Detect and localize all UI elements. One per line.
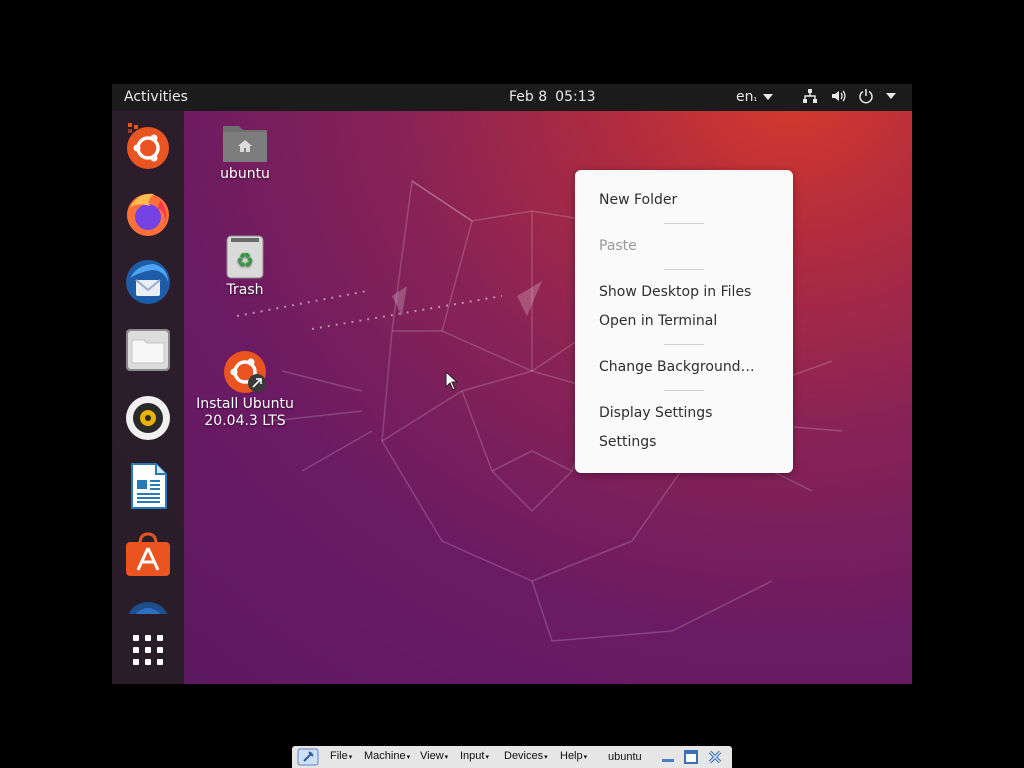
menu-item-display-settings[interactable]: Display Settings [599,405,712,421]
menu-item-settings[interactable]: Settings [599,434,656,450]
software-icon [126,532,170,576]
activities-button[interactable]: Activities [124,89,188,105]
clock-time: 05:13 [555,89,596,105]
language-suffix: ₁ [753,94,758,104]
menu-item-new-folder[interactable]: New Folder [599,192,677,208]
help-icon [128,602,168,614]
mouse-cursor-icon [445,371,459,391]
show-applications-button[interactable] [124,626,172,674]
menu-separator [664,344,704,345]
dock [112,111,184,684]
vbox-menu-machine[interactable]: Machine [364,750,410,762]
restore-icon[interactable] [683,749,699,765]
dock-item-firefox[interactable] [124,190,172,238]
menu-item-change-background[interactable]: Change Background… [599,359,755,375]
vbox-menu-input[interactable]: Input [460,750,489,762]
vm-screen: Activities Feb 8 05:13 en₁ ubuntu ♻ Tras… [112,84,912,684]
dock-item-help[interactable] [124,600,172,614]
minimize-icon[interactable] [660,750,676,764]
menu-item-paste[interactable]: Paste [599,238,637,254]
label-line-1: Install Ubuntu [196,396,294,412]
close-icon[interactable] [707,749,723,765]
menu-separator [664,269,704,270]
desktop-icon-label: ubuntu [220,166,270,182]
power-icon [859,89,873,104]
files-icon [126,329,170,371]
vbox-menu-view[interactable]: View [420,750,448,762]
language-indicator[interactable]: en₁ [736,89,774,105]
desktop-icon-home[interactable]: ubuntu [190,120,300,183]
volume-icon [832,90,846,102]
menu-item-show-desktop-in-files[interactable]: Show Desktop in Files [599,284,751,300]
dock-item-thunderbird[interactable] [124,258,172,306]
dock-item-writer[interactable] [124,462,172,510]
vbox-menu-file[interactable]: File [330,750,352,762]
desktop-context-menu: New Folder Paste Show Desktop in Files O… [575,170,793,473]
desktop-icon-label: Install Ubuntu 20.04.3 LTS [190,396,300,430]
chevron-down-icon [886,93,896,99]
app-grid-icon [133,635,163,665]
vbox-menu-help[interactable]: Help [560,750,587,762]
home-folder-icon [223,126,267,162]
ubuntu-installer-icon [224,351,266,393]
desktop-icon-label: Trash [226,282,264,298]
firefox-icon [127,193,169,236]
trash-icon: ♻ [226,235,264,279]
svg-text:♻: ♻ [236,248,254,272]
top-bar: Activities Feb 8 05:13 en₁ [112,84,912,111]
language-label: en [736,89,754,105]
ubuntu-installer-icon [127,123,169,169]
dock-item-rhythmbox[interactable] [124,394,172,442]
vbox-menu-devices[interactable]: Devices [504,750,548,762]
menu-separator [664,223,704,224]
network-icon [803,89,817,103]
dock-item-install-ubuntu[interactable] [124,122,172,170]
thunderbird-icon [126,260,170,304]
menu-separator [664,390,704,391]
dock-item-files[interactable] [124,326,172,374]
system-menu[interactable] [802,88,896,104]
label-line-2: 20.04.3 LTS [204,413,286,429]
virtualbox-mini-toolbar: File Machine View Input Devices Help ubu… [292,746,732,768]
chevron-down-icon [763,94,774,100]
menu-item-open-in-terminal[interactable]: Open in Terminal [599,313,717,329]
clock[interactable]: Feb 8 05:13 [509,89,604,105]
rhythmbox-icon [126,396,170,440]
clock-date: Feb 8 [509,89,548,105]
desktop-icon-install-ubuntu[interactable]: Install Ubuntu 20.04.3 LTS [190,348,300,430]
desktop-icon-trash[interactable]: ♻ Trash [190,234,300,299]
dock-item-ubuntu-software[interactable] [124,530,172,578]
writer-icon [131,463,167,509]
pin-icon[interactable] [297,748,319,766]
vm-name: ubuntu [608,751,642,763]
